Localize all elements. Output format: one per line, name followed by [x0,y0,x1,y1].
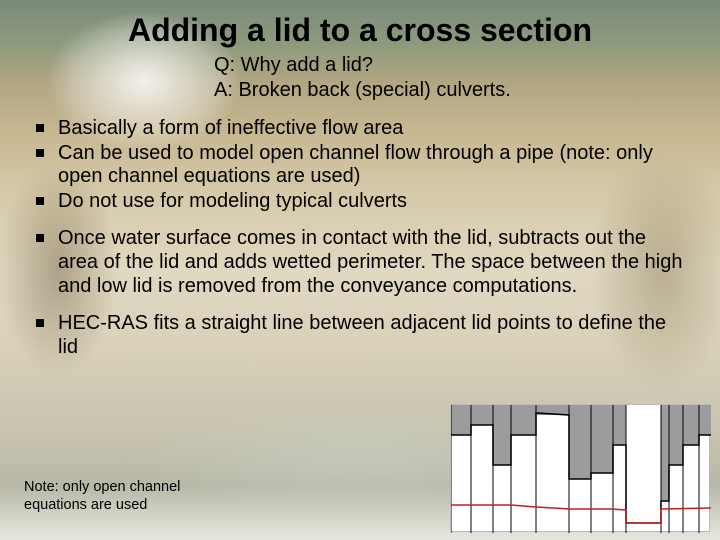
bullet-item: Do not use for modeling typical culverts [34,190,690,214]
qa-answer: A: Broken back (special) culverts. [214,78,696,103]
qa-block: Q: Why add a lid? A: Broken back (specia… [214,53,696,103]
qa-question: Q: Why add a lid? [214,53,696,78]
cross-section-chart [450,404,710,532]
footnote: Note: only open channel equations are us… [24,479,180,514]
footnote-line: Note: only open channel [24,479,180,496]
slide: Adding a lid to a cross section Q: Why a… [0,0,720,540]
bullet-item: HEC-RAS fits a straight line between adj… [34,312,690,359]
bullet-item: Basically a form of ineffective flow are… [34,117,690,141]
bullet-list: Basically a form of ineffective flow are… [24,117,696,359]
slide-title: Adding a lid to a cross section [24,12,696,49]
footnote-line: equations are used [24,497,180,514]
bullet-item: Once water surface comes in contact with… [34,227,690,298]
bullet-item: Can be used to model open channel flow t… [34,142,690,189]
